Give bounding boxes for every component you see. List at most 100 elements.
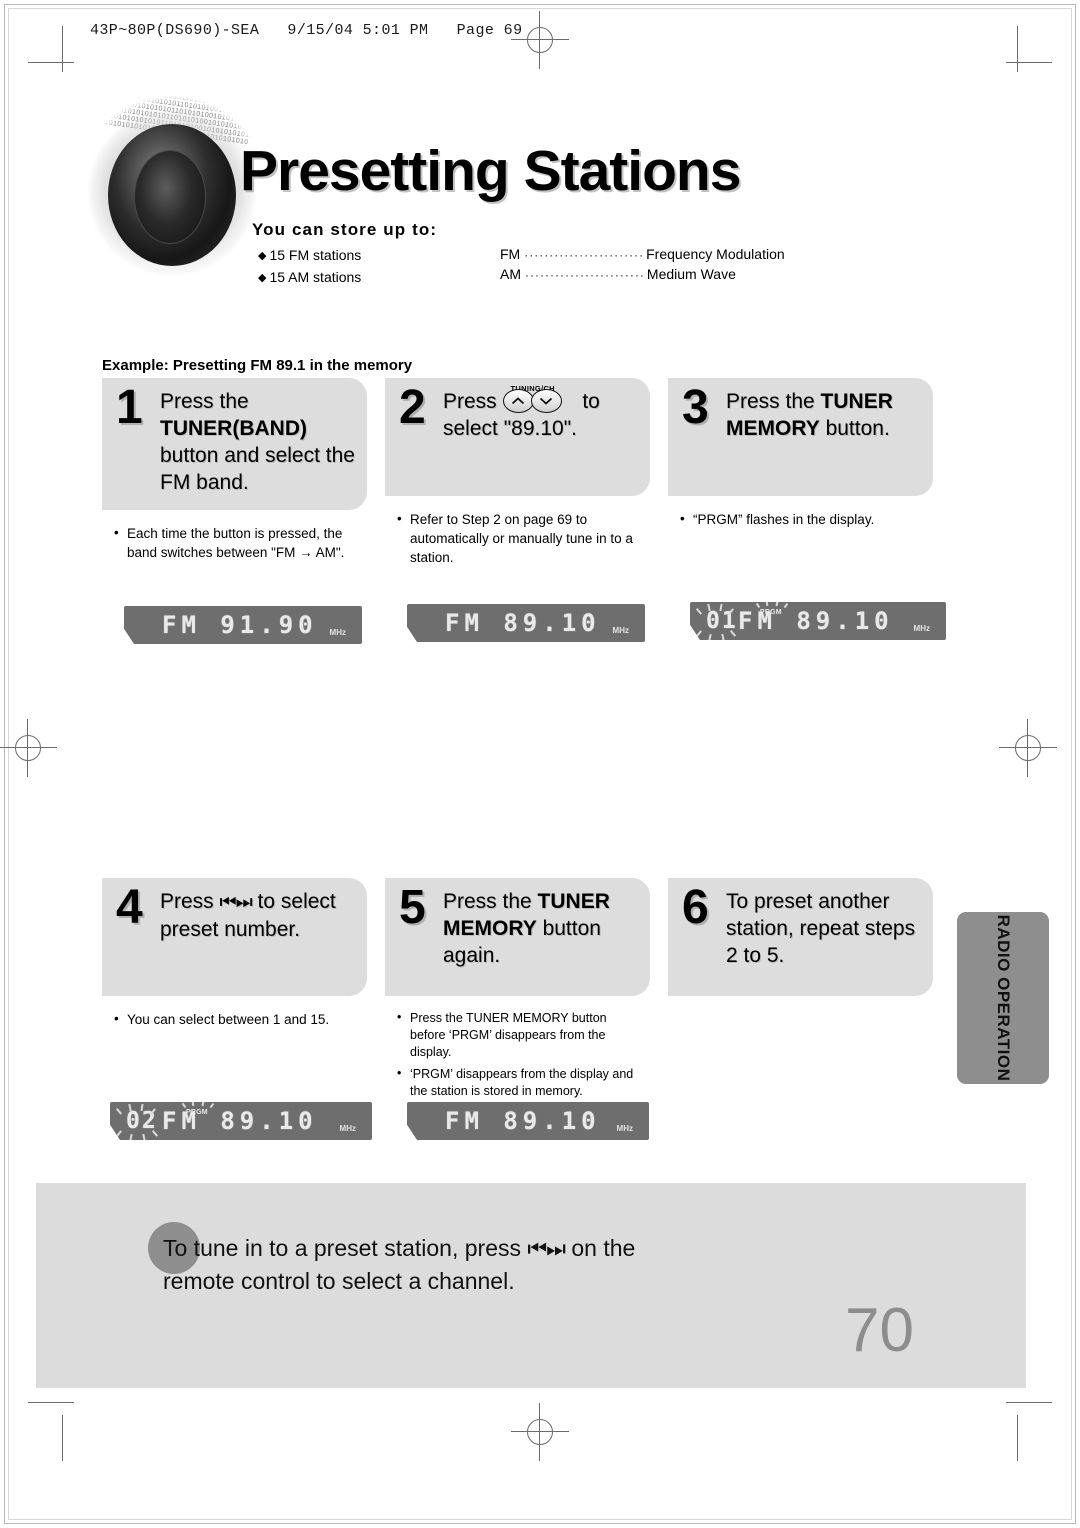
step-1-text-a: Press the	[160, 390, 249, 413]
abbreviation-legend: FM ························ Frequency Modu…	[500, 245, 785, 285]
note-text-a: To tune in to a preset station, press	[163, 1235, 528, 1261]
step-2-display: FM 89.10 MHz	[407, 604, 645, 642]
lcd-readout: FM 89.10	[445, 1107, 601, 1135]
step-6-header: 6 To preset another station, repeat step…	[668, 878, 933, 996]
steps-row-1: 1 Press the TUNER(BAND) button and selec…	[102, 378, 947, 693]
step-4-notes: You can select between 1 and 15.	[102, 996, 367, 1029]
step-5-instruction: Press the TUNER MEMORY button again.	[443, 888, 638, 969]
registration-mark-right	[999, 719, 1057, 777]
abbr-code-fm: FM	[500, 246, 521, 262]
step-5-number: 5	[399, 881, 426, 934]
step-4-display: 02 PRGM FM 89.10 MHz	[110, 1102, 372, 1140]
lcd-readout: FM 89.10	[445, 609, 601, 637]
lcd-panel: FM 91.90 MHz	[124, 606, 362, 644]
store-heading: You can store up to:	[252, 220, 438, 239]
step-3-number: 3	[682, 381, 709, 434]
step-4-instruction: Press ⏮⏭ to select preset number.	[160, 888, 355, 943]
crop-mark-tl-v	[62, 26, 63, 72]
page-number: 70	[845, 1296, 914, 1365]
tuning-ch-buttons-icon[interactable]: TUNING/CH	[502, 384, 577, 414]
step-1-instruction: Press the TUNER(BAND) button and select …	[160, 388, 355, 496]
tuning-up-button-icon[interactable]	[502, 389, 534, 413]
step-1: 1 Press the TUNER(BAND) button and selec…	[102, 378, 367, 644]
lcd-preset-number: 02	[126, 1108, 158, 1134]
lcd-preset-number: 01	[706, 608, 738, 634]
registration-mark-bottom	[511, 1403, 569, 1461]
tuning-down-button-icon[interactable]	[530, 389, 562, 413]
step-6: 6 To preset another station, repeat step…	[668, 878, 933, 996]
registration-mark-top	[511, 11, 569, 69]
step-1-number: 1	[116, 381, 143, 434]
lcd-panel: 01 PRGM FM 89.10 MHz	[690, 602, 946, 640]
lcd-panel: 02 PRGM FM 89.10 MHz	[110, 1102, 372, 1140]
step-5: 5 Press the TUNER MEMORY button again. P…	[385, 878, 650, 1140]
lcd-frequency: 89.10	[503, 609, 601, 637]
lcd-readout: FM 91.90	[162, 611, 318, 639]
step-4-header: 4 Press ⏮⏭ to select preset number.	[102, 878, 367, 996]
step-3: 3 Press the TUNER MEMORY button. “PRGM” …	[668, 378, 946, 640]
prev-next-track-icon[interactable]: ⏮⏭	[220, 892, 253, 913]
store-item-am: 15 AM stations	[269, 269, 362, 285]
step-3-text-b: button.	[819, 417, 890, 440]
lcd-band: FM	[162, 1107, 201, 1135]
step-3-instruction: Press the TUNER MEMORY button.	[726, 388, 921, 442]
step-5-display: FM 89.10 MHz	[407, 1102, 649, 1140]
lcd-panel: FM 89.10 MHz	[407, 604, 645, 642]
bottom-note-text: To tune in to a preset station, press ⏮⏭…	[163, 1232, 863, 1297]
step-2-notes: Refer to Step 2 on page 69 to automatica…	[385, 496, 650, 567]
lcd-frequency: 89.10	[503, 1107, 601, 1135]
abbr-dots: ························	[525, 268, 645, 282]
step-1-header: 1 Press the TUNER(BAND) button and selec…	[102, 378, 367, 510]
abbr-meaning-fm: Frequency Modulation	[646, 246, 785, 262]
step-6-instruction: To preset another station, repeat steps …	[726, 890, 916, 967]
step-1-display: FM 91.90 MHz	[124, 606, 362, 644]
lcd-unit: MHz	[612, 626, 629, 635]
step-2: 2 Press TUNING/CH to select "89.10". Ref…	[385, 378, 650, 642]
lcd-panel: FM 89.10 MHz	[407, 1102, 649, 1140]
abbr-dots: ························	[524, 248, 645, 262]
lcd-frequency: 89.10	[220, 1107, 318, 1135]
step-1-text-bold: TUNER(BAND)	[160, 417, 307, 440]
step-2-instruction: Press TUNING/CH to select "89.10".	[443, 384, 638, 442]
example-label: Example: Presetting FM 89.1 in the memor…	[102, 357, 413, 374]
step-2-header: 2 Press TUNING/CH to select "89.10".	[385, 378, 650, 496]
lcd-unit: MHz	[913, 624, 930, 633]
step-1-text-b: button and select the FM band.	[160, 444, 355, 494]
crop-mark-tr-v	[1017, 26, 1018, 72]
diamond-bullet-icon: ◆	[258, 250, 267, 262]
prev-next-track-icon[interactable]: ⏮⏭	[527, 1236, 566, 1261]
step-5-note-2: ‘PRGM’ disappears from the display and t…	[397, 1065, 642, 1100]
step-1-notes: Each time the button is pressed, the ban…	[102, 510, 367, 562]
lcd-frequency: 91.90	[220, 611, 318, 639]
abbr-code-am: AM	[500, 266, 521, 282]
crop-mark-bl-h	[28, 1402, 74, 1403]
lcd-unit: MHz	[329, 628, 346, 637]
crop-mark-bl-v	[62, 1415, 63, 1461]
step-5-notes: Press the TUNER MEMORY button before ‘PR…	[385, 996, 650, 1100]
store-item-fm: 15 FM stations	[269, 247, 362, 263]
lcd-band: FM	[445, 1107, 484, 1135]
lcd-band: FM	[738, 607, 777, 635]
note-text-line2: remote control to select a channel.	[163, 1268, 515, 1294]
manual-page: 43P~80P(DS690)-SEA 9/15/04 5:01 PM Page …	[0, 0, 1080, 1528]
step-4: 4 Press ⏮⏭ to select preset number. You …	[102, 878, 372, 1140]
page-title: Presetting Stations	[240, 139, 741, 203]
step-2-note: Refer to Step 2 on page 69 to automatica…	[397, 509, 642, 567]
diamond-bullet-icon: ◆	[258, 272, 267, 284]
step-5-header: 5 Press the TUNER MEMORY button again.	[385, 878, 650, 996]
lcd-frequency: 89.10	[796, 607, 894, 635]
store-capacity-list: ◆ 15 FM stations ◆ 15 AM stations	[258, 245, 361, 289]
steps-row-2: 4 Press ⏮⏭ to select preset number. You …	[102, 878, 947, 1193]
side-tab-radio-operation: RADIO OPERATION	[957, 912, 1049, 1084]
lcd-readout: FM 89.10	[162, 1107, 318, 1135]
step-4-number: 4	[116, 881, 143, 934]
crop-mark-tr-h	[1006, 62, 1052, 63]
step-2-number: 2	[399, 381, 426, 434]
step-4-text-a: Press	[160, 890, 220, 913]
abbr-meaning-am: Medium Wave	[646, 266, 736, 282]
note-text-b: on the	[564, 1235, 636, 1261]
lcd-band: FM	[162, 611, 201, 639]
step-2-text-a: Press	[443, 390, 503, 413]
step-5-note-1: Press the TUNER MEMORY button before ‘PR…	[397, 1009, 642, 1061]
step-3-text-a: Press the	[726, 390, 821, 413]
